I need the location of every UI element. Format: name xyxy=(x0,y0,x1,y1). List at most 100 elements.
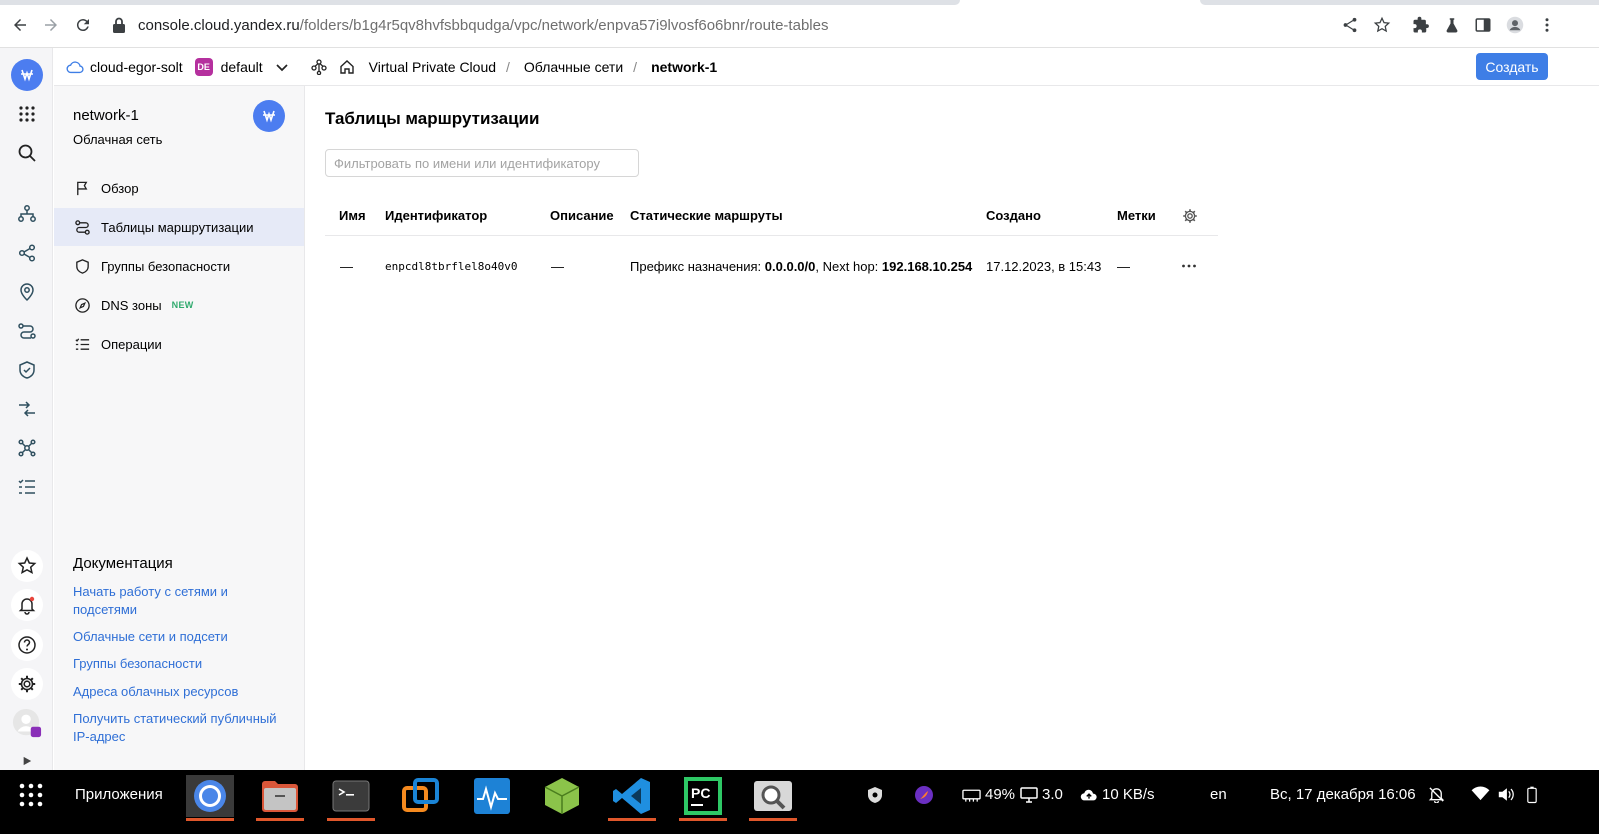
taskbar-image-viewer[interactable] xyxy=(749,775,797,821)
tray-battery-status[interactable]: 49% xyxy=(962,786,1015,803)
tray-language[interactable]: en xyxy=(1210,786,1227,803)
tray-network-speed[interactable]: 10 KB/s xyxy=(1080,786,1155,803)
sidepanel-icon xyxy=(1475,18,1491,32)
settings-button[interactable] xyxy=(11,668,43,700)
menu-item-overview[interactable]: Обзор xyxy=(54,169,304,207)
doc-link-networks[interactable]: Облачные сети и подсети xyxy=(73,628,288,646)
flask-icon xyxy=(1446,18,1458,33)
doc-link-static-ip[interactable]: Получить статический публичный IP-адрес xyxy=(73,710,288,746)
taskbar-terminal[interactable] xyxy=(327,775,375,821)
rail-gateways-button[interactable] xyxy=(11,393,43,425)
cloud-selector[interactable]: cloud-egor-solt xyxy=(90,59,183,75)
breadcrumb-networks[interactable]: Облачные сети xyxy=(524,59,623,75)
taskbar-pycharm[interactable]: PC xyxy=(679,775,727,821)
column-labels[interactable]: Метки xyxy=(1117,196,1156,235)
extensions-button[interactable] xyxy=(1411,15,1431,35)
doc-link-addresses[interactable]: Адреса облачных ресурсов xyxy=(73,683,288,701)
column-name[interactable]: Имя xyxy=(339,196,366,235)
left-rail xyxy=(0,48,53,788)
lab-button[interactable] xyxy=(1442,15,1462,35)
vpc-service-icon[interactable] xyxy=(311,58,327,75)
folder-selector[interactable]: default xyxy=(221,59,263,75)
route-next-hop: 192.168.10.254 xyxy=(881,258,973,274)
yandex-cloud-logo-button[interactable] xyxy=(11,59,43,91)
bell-off-icon xyxy=(1428,787,1445,803)
home-icon[interactable] xyxy=(339,59,355,75)
taskbar-app-cube[interactable] xyxy=(538,775,586,817)
share-button[interactable] xyxy=(1340,15,1360,35)
bookmark-button[interactable] xyxy=(1372,15,1392,35)
vpc-logo xyxy=(253,100,285,132)
more-horizontal-icon xyxy=(1182,264,1196,268)
rail-addresses-button[interactable] xyxy=(11,276,43,308)
tray-load[interactable]: 3.0 xyxy=(1020,786,1063,803)
rail-security-button[interactable] xyxy=(11,354,43,386)
search-button[interactable] xyxy=(11,137,43,169)
rail-connections-button[interactable] xyxy=(11,237,43,269)
column-created[interactable]: Создано xyxy=(986,196,1041,235)
virtualbox-icon xyxy=(402,778,439,812)
column-static-routes[interactable]: Статические маршруты xyxy=(630,196,783,235)
tray-notifications[interactable] xyxy=(1428,786,1445,803)
apps-menu-label[interactable]: Приложения xyxy=(75,786,163,803)
rail-networks-button[interactable] xyxy=(11,198,43,230)
tray-battery[interactable] xyxy=(1527,786,1537,804)
chevron-down-icon[interactable] xyxy=(275,60,289,74)
back-button[interactable] xyxy=(9,14,31,36)
address-bar[interactable]: console.cloud.yandex.ru/folders/b1g4r5qv… xyxy=(112,10,1362,40)
table-settings-button[interactable] xyxy=(1182,196,1198,235)
menu-item-route-tables[interactable]: Таблицы маршрутизации xyxy=(54,208,304,246)
row-actions-button[interactable] xyxy=(1181,236,1197,296)
menu-item-operations[interactable]: Операции xyxy=(54,325,304,363)
apps-grid-icon[interactable] xyxy=(18,782,44,808)
menu-item-security-groups[interactable]: Группы безопасности xyxy=(54,247,304,285)
folder-badge: DE xyxy=(194,57,213,76)
create-button[interactable]: Создать xyxy=(1476,53,1548,80)
doc-link-security-groups[interactable]: Группы безопасности xyxy=(73,655,288,673)
flag-icon xyxy=(77,181,88,195)
list-check-icon xyxy=(75,337,90,350)
table-row[interactable]: — enpcdl8tbrflel8o40v0 — Префикс назначе… xyxy=(325,236,1218,296)
page-title: Таблицы маршрутизации xyxy=(325,109,540,128)
cloud-upload-icon xyxy=(1080,789,1097,800)
tray-vpn[interactable] xyxy=(866,786,884,804)
menu-item-dns-zones[interactable]: DNS зоны NEW xyxy=(54,286,304,324)
notifications-button[interactable] xyxy=(11,589,43,621)
column-description[interactable]: Описание xyxy=(550,196,614,235)
gear-icon xyxy=(1183,208,1197,223)
all-services-button[interactable] xyxy=(11,98,43,130)
breadcrumb-vpc[interactable]: Virtual Private Cloud xyxy=(369,59,496,75)
help-button[interactable] xyxy=(11,629,43,661)
gear-icon xyxy=(18,675,36,693)
account-button[interactable] xyxy=(11,707,43,739)
cell-id[interactable]: enpcdl8tbrflel8o40v0 xyxy=(385,236,517,296)
menu-button[interactable] xyxy=(1537,15,1557,35)
cell-name: — xyxy=(340,258,353,274)
net-speed: 10 KB/s xyxy=(1102,786,1155,803)
column-id[interactable]: Идентификатор xyxy=(385,196,487,235)
favorites-button[interactable] xyxy=(11,550,43,582)
sidepanel-button[interactable] xyxy=(1473,15,1493,35)
tray-volume[interactable] xyxy=(1497,786,1515,803)
reload-button[interactable] xyxy=(72,14,94,36)
tray-datetime[interactable]: Вс, 17 декабря 16:06 xyxy=(1270,786,1416,803)
tray-wifi[interactable] xyxy=(1471,786,1490,801)
taskbar-system-monitor[interactable] xyxy=(468,775,516,817)
breadcrumb-current: network-1 xyxy=(651,58,718,75)
rail-topology-button[interactable] xyxy=(11,432,43,464)
filter-input[interactable] xyxy=(325,149,639,177)
rail-operations-button[interactable] xyxy=(11,471,43,503)
terminal-icon xyxy=(332,780,370,812)
url-path: /folders/b1g4r5qv8hvfsbbqudga/vpc/networ… xyxy=(299,16,829,34)
profile-button[interactable] xyxy=(1505,15,1525,35)
cell-created: 17.12.2023, в 15:43 xyxy=(986,258,1102,274)
taskbar-chrome[interactable] xyxy=(186,775,234,821)
taskbar-vscode[interactable] xyxy=(608,775,656,821)
taskbar-virtualbox[interactable] xyxy=(397,775,445,817)
taskbar-files[interactable] xyxy=(256,775,304,821)
shield-vpn-icon xyxy=(868,787,882,803)
tray-app[interactable] xyxy=(914,785,934,805)
forward-button[interactable] xyxy=(40,14,62,36)
rail-routes-button[interactable] xyxy=(11,315,43,347)
doc-link-getting-started[interactable]: Начать работу с сетями и подсетями xyxy=(73,583,288,619)
